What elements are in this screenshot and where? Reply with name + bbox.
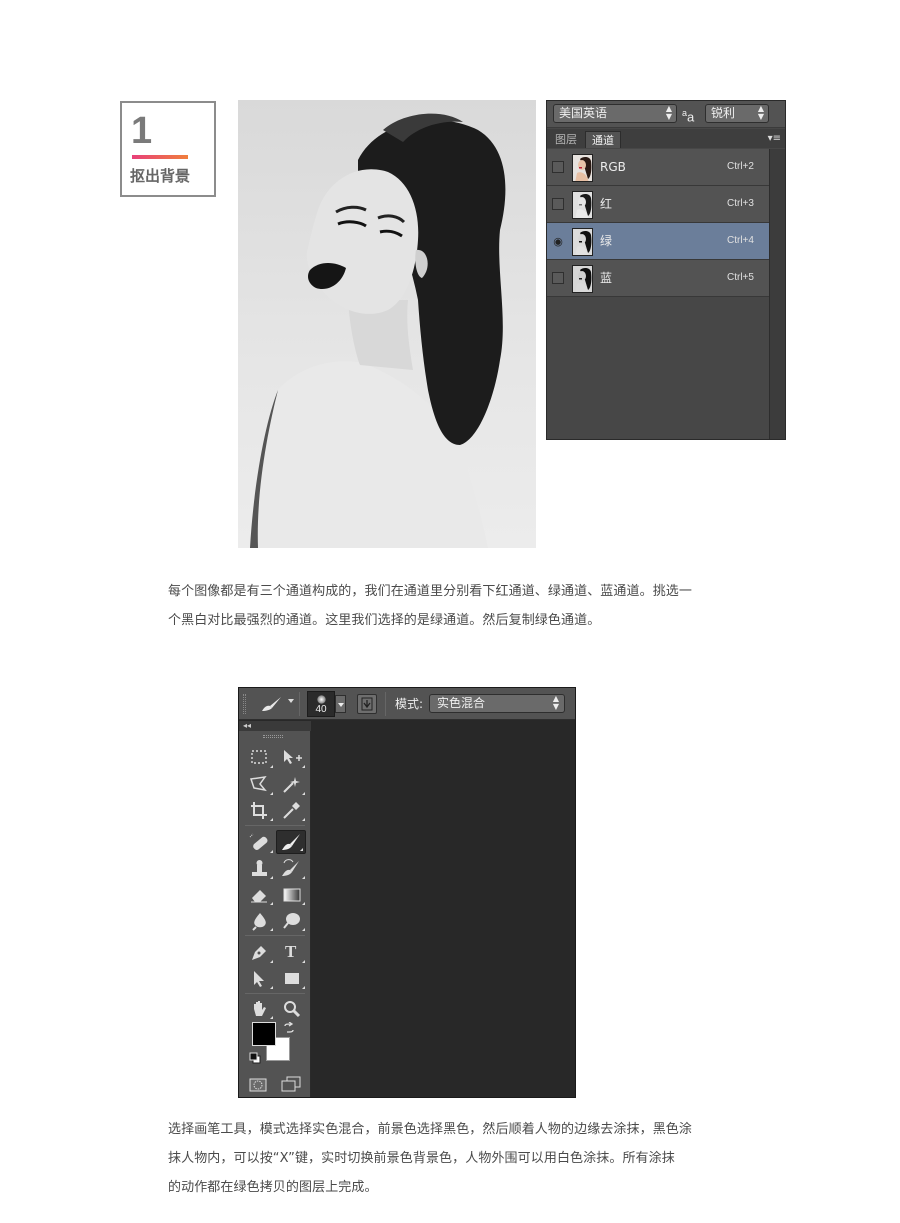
- visibility-toggle[interactable]: [552, 161, 564, 173]
- step-number: 1: [131, 110, 153, 152]
- step-title: 抠出背景: [130, 167, 191, 185]
- paragraph-line: 选择画笔工具，模式选择实色混合，前景色选择黑色，然后顺着人物的边缘去涂抹，黑色涂: [168, 1122, 693, 1137]
- select-arrows-icon: ▲ ▼: [552, 694, 559, 711]
- clone-stamp-tool[interactable]: [245, 857, 275, 881]
- brush-tool[interactable]: [276, 830, 306, 854]
- move-tool[interactable]: [277, 746, 307, 770]
- character-options-bar: 美国英语 ▲ ▼ aa 锐利 ▲ ▼: [547, 101, 785, 128]
- paragraph-brush: 选择画笔工具，模式选择实色混合，前景色选择黑色，然后顺着人物的边缘去涂抹，黑色涂…: [168, 1115, 736, 1202]
- panel-menu-icon[interactable]: ▾≡: [768, 131, 781, 146]
- brush-preset-picker[interactable]: 40: [307, 691, 335, 717]
- tab-channels[interactable]: 通道: [585, 131, 621, 148]
- channel-row-blue[interactable]: 蓝 Ctrl+5: [547, 260, 769, 297]
- divider: [385, 692, 386, 716]
- channel-thumbnail: [572, 265, 593, 293]
- spot-healing-brush-tool[interactable]: [245, 831, 275, 855]
- channel-name: 绿: [600, 234, 613, 248]
- select-arrows-icon: ▲ ▼: [757, 104, 764, 121]
- swap-colors-icon[interactable]: [283, 1019, 295, 1038]
- divider: [245, 993, 305, 994]
- antialias-select[interactable]: 锐利 ▲ ▼: [705, 104, 769, 123]
- eraser-tool[interactable]: [245, 883, 275, 907]
- quick-mask-icon[interactable]: [249, 1077, 267, 1096]
- channel-shortcut: Ctrl+3: [727, 198, 754, 209]
- rectangular-marquee-tool[interactable]: [245, 746, 275, 770]
- brush-icon[interactable]: [261, 696, 283, 712]
- divider: [245, 825, 305, 826]
- document-canvas[interactable]: [312, 721, 575, 1097]
- photoshop-window: 40 模式: 实色混合 ▲ ▼ ◂◂ T: [238, 687, 576, 1098]
- channel-thumbnail: [572, 191, 593, 219]
- divider: [245, 935, 305, 936]
- channel-list: RGB Ctrl+2 红 Ctrl+3 ◉ 绿 Ctrl+4 蓝 Ctrl+5: [547, 149, 769, 297]
- brush-panel-button[interactable]: [357, 694, 377, 714]
- hand-tool[interactable]: [245, 997, 275, 1021]
- antialias-icon: aa: [682, 105, 694, 125]
- language-select[interactable]: 美国英语 ▲ ▼: [553, 104, 677, 123]
- channel-thumbnail: [572, 154, 593, 182]
- step-accent-bar: [132, 155, 188, 159]
- panel-scrollbar[interactable]: [769, 149, 785, 439]
- visibility-toggle[interactable]: [552, 272, 564, 284]
- mode-label: 模式:: [395, 697, 424, 711]
- crop-tool[interactable]: [245, 799, 275, 823]
- paragraph-channels: 每个图像都是有三个通道构成的，我们在通道里分别看下红通道、绿通道、蓝通道。挑选一…: [168, 577, 736, 635]
- paragraph-line: 的动作都在绿色拷贝的图层上完成。: [168, 1180, 378, 1195]
- paragraph-line: 抹人物内，可以按“X”键，实时切换前景色背景色，人物外围可以用白色涂抹。所有涂抹: [168, 1151, 675, 1166]
- rectangle-tool[interactable]: [277, 967, 307, 991]
- blend-mode-select[interactable]: 实色混合 ▲ ▼: [429, 694, 565, 713]
- brush-size: 40: [315, 704, 327, 715]
- path-selection-tool[interactable]: [245, 967, 275, 991]
- eyedropper-tool[interactable]: [277, 799, 307, 823]
- tab-layers[interactable]: 图层: [549, 131, 583, 148]
- paragraph-line: 每个图像都是有三个通道构成的，我们在通道里分别看下红通道、绿通道、蓝通道。挑选一: [168, 584, 693, 599]
- blend-mode-value: 实色混合: [437, 696, 486, 710]
- channel-name: RGB: [600, 160, 626, 174]
- channel-thumbnail: [572, 228, 593, 256]
- magic-wand-tool[interactable]: [277, 773, 307, 797]
- brush-tip-icon: [317, 695, 326, 704]
- step-badge: 1 抠出背景: [120, 101, 216, 197]
- brush-options-bar: 40 模式: 实色混合 ▲ ▼: [239, 688, 575, 720]
- channel-shortcut: Ctrl+5: [727, 272, 754, 283]
- channel-row-green[interactable]: ◉ 绿 Ctrl+4: [547, 223, 769, 260]
- toolbox-grip[interactable]: [263, 735, 283, 738]
- divider: [299, 692, 300, 716]
- language-select-value: 美国英语: [559, 106, 608, 120]
- toolbox: ◂◂ T: [239, 721, 311, 1097]
- paragraph-line: 个黑白对比最强烈的通道。这里我们选择的是绿通道。然后复制绿色通道。: [168, 613, 601, 628]
- foreground-color-swatch[interactable]: [252, 1022, 276, 1046]
- pen-tool[interactable]: [245, 941, 275, 965]
- type-tool[interactable]: T: [277, 941, 307, 965]
- blur-tool[interactable]: [245, 909, 275, 933]
- antialias-glyph: a: [687, 109, 695, 125]
- type-tool-glyph: T: [285, 942, 297, 961]
- history-brush-tool[interactable]: [277, 857, 307, 881]
- channels-panel: 美国英语 ▲▼ aa 锐利 ▲▼ 图层 通道 ▾≡ RGB Ctrl+2 红: [546, 100, 786, 440]
- portrait-photo: [238, 100, 536, 548]
- channel-name: 蓝: [600, 271, 613, 285]
- zoom-tool[interactable]: [277, 997, 307, 1021]
- select-arrows-icon: ▲ ▼: [665, 104, 672, 121]
- gradient-tool[interactable]: [277, 883, 307, 907]
- collapse-icon[interactable]: ◂◂: [239, 721, 311, 731]
- antialias-select-value: 锐利: [711, 106, 736, 120]
- tool-preset-caret-icon[interactable]: [288, 699, 294, 703]
- visibility-toggle[interactable]: [552, 198, 564, 210]
- eye-icon[interactable]: ◉: [552, 235, 564, 248]
- default-colors-icon[interactable]: [249, 1049, 261, 1068]
- dodge-tool[interactable]: [277, 909, 307, 933]
- polygonal-lasso-tool[interactable]: [245, 773, 275, 797]
- channel-row-rgb[interactable]: RGB Ctrl+2: [547, 149, 769, 186]
- panel-tabs: 图层 通道 ▾≡: [547, 129, 785, 148]
- screen-mode-icon[interactable]: [281, 1076, 301, 1096]
- panel-grip[interactable]: [243, 694, 246, 714]
- channel-shortcut: Ctrl+4: [727, 235, 754, 246]
- brush-preset-dropdown[interactable]: [335, 695, 346, 713]
- channel-name: 红: [600, 197, 613, 211]
- channel-row-red[interactable]: 红 Ctrl+3: [547, 186, 769, 223]
- channel-shortcut: Ctrl+2: [727, 161, 754, 172]
